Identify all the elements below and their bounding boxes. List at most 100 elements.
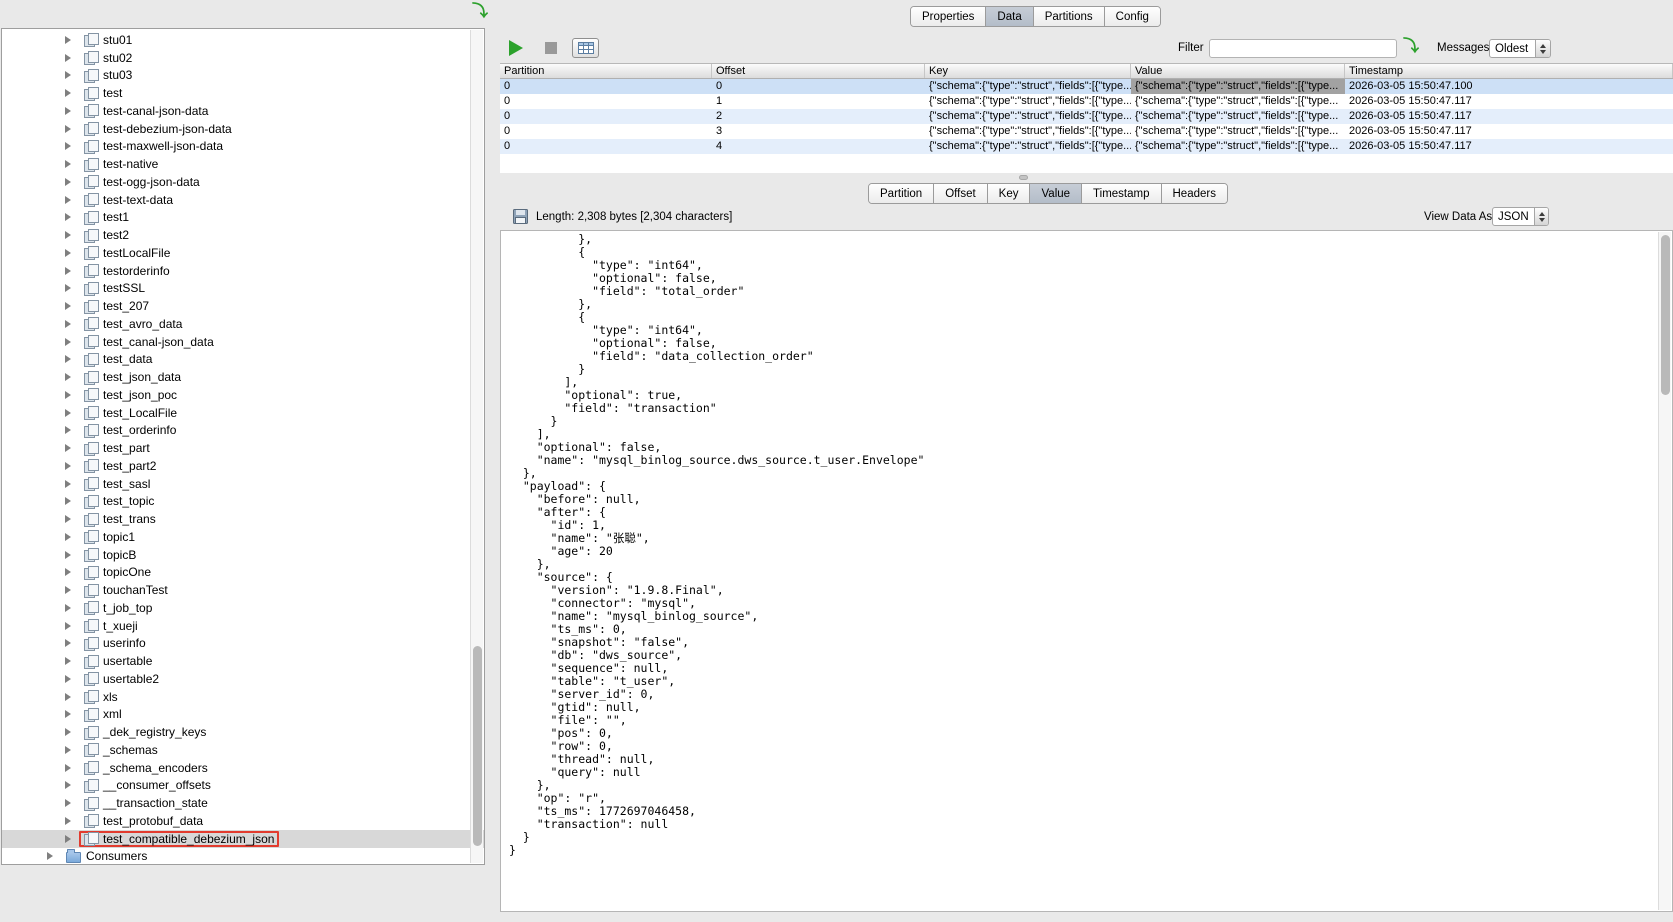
expand-arrow-icon[interactable] — [65, 320, 71, 328]
tree-item-_schema_encoders[interactable]: _schema_encoders — [2, 759, 484, 777]
tree-item-__consumer_offsets[interactable]: __consumer_offsets — [2, 777, 484, 795]
expand-arrow-icon[interactable] — [65, 568, 71, 576]
expand-arrow-icon[interactable] — [65, 409, 71, 417]
cell-timestamp[interactable]: 2026-03-05 15:50:47.100 — [1345, 79, 1673, 94]
tree-item-stu01[interactable]: stu01 — [2, 31, 484, 49]
messages-order-select[interactable]: Oldest — [1489, 39, 1551, 58]
expand-arrow-icon[interactable] — [65, 178, 71, 186]
cell-timestamp[interactable]: 2026-03-05 15:50:47.117 — [1345, 139, 1673, 154]
expand-arrow-icon[interactable] — [65, 693, 71, 701]
expand-arrow-icon[interactable] — [65, 657, 71, 665]
save-button[interactable] — [510, 206, 530, 226]
tree-item-test_trans[interactable]: test_trans — [2, 510, 484, 528]
expand-arrow-icon[interactable] — [65, 764, 71, 772]
expand-arrow-icon[interactable] — [65, 71, 71, 79]
expand-arrow-icon[interactable] — [65, 515, 71, 523]
tree-item-test_sasl[interactable]: test_sasl — [2, 475, 484, 493]
expand-arrow-icon[interactable] — [65, 338, 71, 346]
tree-item-topicB[interactable]: topicB — [2, 546, 484, 564]
cell-key[interactable]: {"schema":{"type":"struct","fields":[{"t… — [925, 109, 1131, 124]
scroll-to-latest-icon[interactable]: ⤵ — [1403, 38, 1419, 56]
expand-arrow-icon[interactable] — [65, 125, 71, 133]
tree-item-consumers[interactable]: Consumers — [2, 848, 484, 866]
splitter-grip[interactable] — [1019, 175, 1028, 180]
expand-arrow-icon[interactable] — [65, 391, 71, 399]
table-view-button[interactable] — [572, 38, 599, 58]
expand-arrow-icon[interactable] — [65, 196, 71, 204]
horizontal-splitter[interactable] — [500, 173, 1673, 182]
tree-item-testSSL[interactable]: testSSL — [2, 280, 484, 298]
tree-item-test-maxwell-json-data[interactable]: test-maxwell-json-data — [2, 138, 484, 156]
tree-item-testorderinfo[interactable]: testorderinfo — [2, 262, 484, 280]
tree-item-testLocalFile[interactable]: testLocalFile — [2, 244, 484, 262]
detail-tab-timestamp[interactable]: Timestamp — [1082, 184, 1161, 203]
cell-offset[interactable]: 1 — [712, 94, 925, 109]
cell-partition[interactable]: 0 — [500, 139, 712, 154]
cell-key[interactable]: {"schema":{"type":"struct","fields":[{"t… — [925, 124, 1131, 139]
expand-arrow-icon[interactable] — [65, 835, 71, 843]
expand-arrow-icon[interactable] — [65, 373, 71, 381]
tree-item-topic1[interactable]: topic1 — [2, 528, 484, 546]
expand-arrow-icon[interactable] — [65, 267, 71, 275]
expand-arrow-icon[interactable] — [65, 533, 71, 541]
expand-arrow-icon[interactable] — [65, 710, 71, 718]
tree-item-test1[interactable]: test1 — [2, 209, 484, 227]
message-row-4[interactable]: 04{"schema":{"type":"struct","fields":[{… — [500, 139, 1673, 154]
cell-value[interactable]: {"schema":{"type":"struct","fields":[{"t… — [1131, 79, 1345, 94]
tree-item-test_part[interactable]: test_part — [2, 439, 484, 457]
expand-arrow-icon[interactable] — [65, 551, 71, 559]
tree-item-test_protobuf_data[interactable]: test_protobuf_data — [2, 812, 484, 830]
expand-arrow-icon[interactable] — [65, 444, 71, 452]
tree-item-stu03[interactable]: stu03 — [2, 67, 484, 85]
column-header-partition[interactable]: Partition — [500, 64, 712, 78]
tree-item-test-canal-json-data[interactable]: test-canal-json-data — [2, 102, 484, 120]
expand-arrow-icon[interactable] — [65, 639, 71, 647]
detail-tab-offset[interactable]: Offset — [934, 184, 987, 203]
tab-partitions[interactable]: Partitions — [1034, 7, 1105, 26]
cell-key[interactable]: {"schema":{"type":"struct","fields":[{"t… — [925, 79, 1131, 94]
tree-item-test_canal-json_data[interactable]: test_canal-json_data — [2, 333, 484, 351]
detail-tab-partition[interactable]: Partition — [869, 184, 934, 203]
cell-offset[interactable]: 4 — [712, 139, 925, 154]
tree-item-test[interactable]: test — [2, 84, 484, 102]
tree-item-test_compatible_debezium_json[interactable]: test_compatible_debezium_json — [2, 830, 484, 848]
cell-key[interactable]: {"schema":{"type":"struct","fields":[{"t… — [925, 94, 1131, 109]
tree-item-__transaction_state[interactable]: __transaction_state — [2, 794, 484, 812]
tree-item-test_data[interactable]: test_data — [2, 351, 484, 369]
tree-item-test_orderinfo[interactable]: test_orderinfo — [2, 422, 484, 440]
expand-arrow-icon[interactable] — [47, 852, 53, 860]
tree-item-test-debezium-json-data[interactable]: test-debezium-json-data — [2, 120, 484, 138]
expand-arrow-icon[interactable] — [65, 36, 71, 44]
tree-item-usertable2[interactable]: usertable2 — [2, 670, 484, 688]
expand-arrow-icon[interactable] — [65, 249, 71, 257]
expand-arrow-icon[interactable] — [65, 355, 71, 363]
tab-data[interactable]: Data — [986, 7, 1033, 26]
filter-input[interactable] — [1209, 39, 1397, 58]
tree-item-xml[interactable]: xml — [2, 706, 484, 724]
expand-arrow-icon[interactable] — [65, 781, 71, 789]
expand-arrow-icon[interactable] — [65, 231, 71, 239]
expand-arrow-icon[interactable] — [65, 728, 71, 736]
tree-item-test_json_poc[interactable]: test_json_poc — [2, 386, 484, 404]
tree-scrollbar-thumb[interactable] — [473, 646, 482, 846]
tree-item-t_xueji[interactable]: t_xueji — [2, 617, 484, 635]
column-header-offset[interactable]: Offset — [712, 64, 925, 78]
column-header-key[interactable]: Key — [925, 64, 1131, 78]
detail-tab-value[interactable]: Value — [1030, 184, 1082, 203]
expand-arrow-icon[interactable] — [65, 160, 71, 168]
detail-tab-key[interactable]: Key — [988, 184, 1031, 203]
stop-button[interactable] — [545, 42, 557, 54]
tree-item-t_job_top[interactable]: t_job_top — [2, 599, 484, 617]
expand-arrow-icon[interactable] — [65, 497, 71, 505]
cell-timestamp[interactable]: 2026-03-05 15:50:47.117 — [1345, 94, 1673, 109]
expand-arrow-icon[interactable] — [65, 675, 71, 683]
detail-tab-headers[interactable]: Headers — [1162, 184, 1227, 203]
cell-value[interactable]: {"schema":{"type":"struct","fields":[{"t… — [1131, 124, 1345, 139]
tree-item-test2[interactable]: test2 — [2, 226, 484, 244]
cell-offset[interactable]: 2 — [712, 109, 925, 124]
expand-arrow-icon[interactable] — [65, 604, 71, 612]
message-row-1[interactable]: 01{"schema":{"type":"struct","fields":[{… — [500, 94, 1673, 109]
cell-partition[interactable]: 0 — [500, 109, 712, 124]
value-scrollbar-thumb[interactable] — [1661, 235, 1670, 395]
cell-partition[interactable]: 0 — [500, 94, 712, 109]
